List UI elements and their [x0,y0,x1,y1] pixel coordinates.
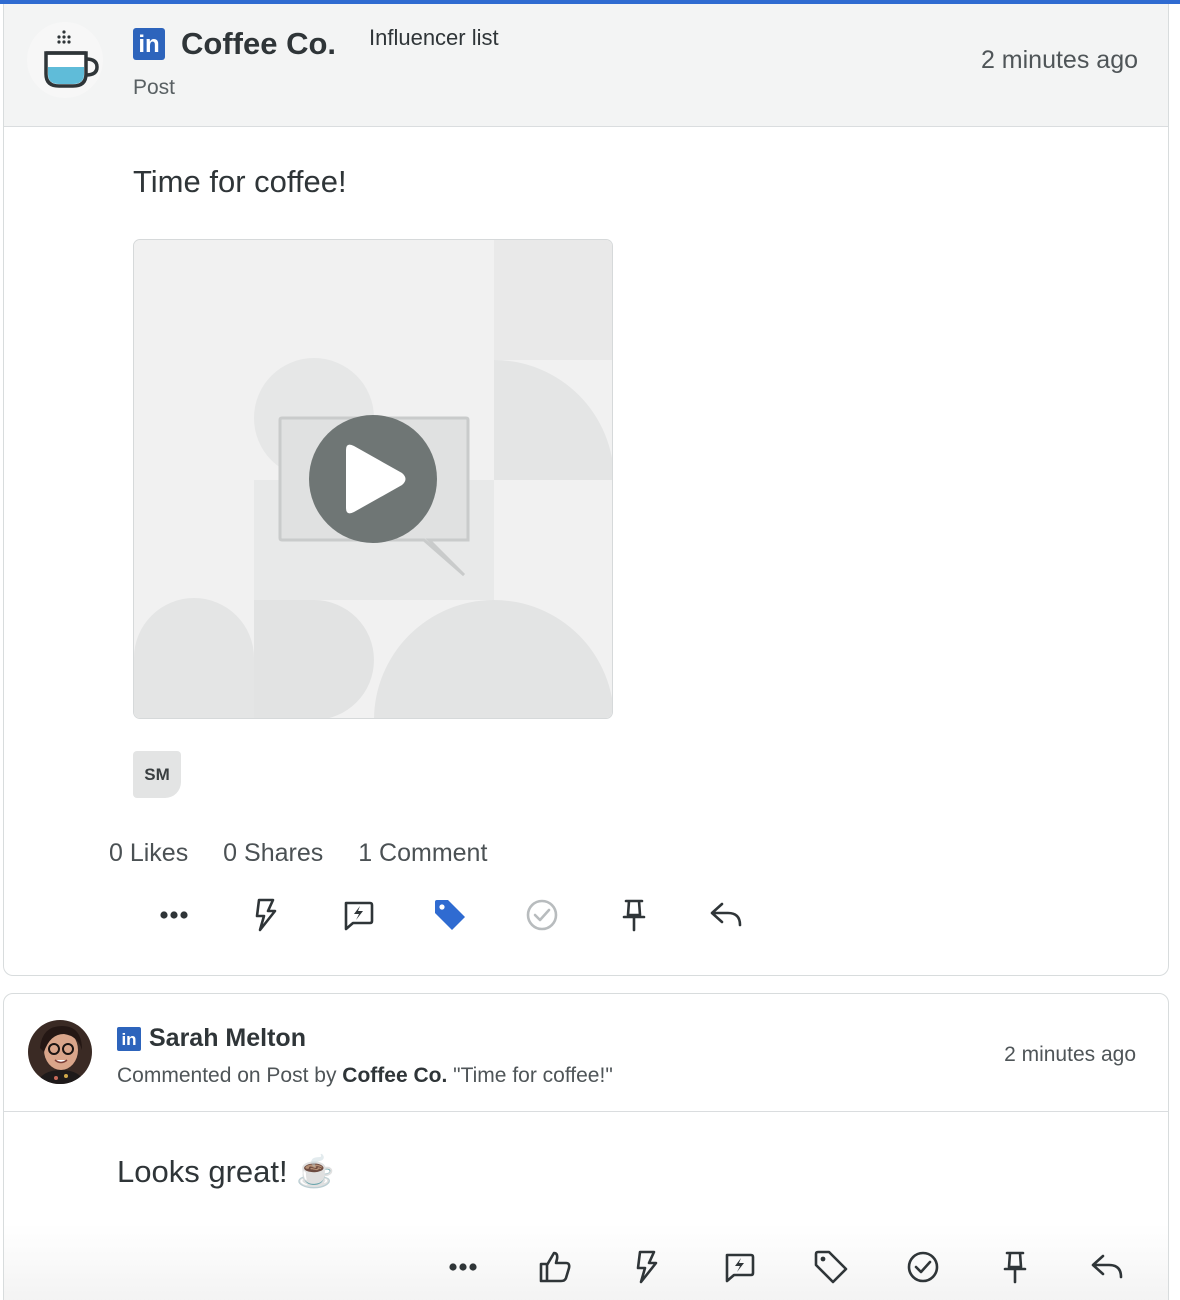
quick-reply-button[interactable] [312,895,404,935]
more-icon [449,1263,477,1271]
post-header: in Coffee Co. Influencer list Post 2 min… [4,4,1168,127]
complete-button[interactable] [877,1247,969,1287]
comment-context-prefix: Commented on Post by [117,1064,337,1087]
more-button[interactable] [128,895,220,935]
tag-button[interactable] [404,895,496,935]
comment-text: Looks great! ☕ [117,1154,335,1189]
reply-icon [710,902,742,927]
more-button[interactable] [417,1247,509,1287]
pin-button[interactable] [969,1247,1061,1287]
more-icon [160,911,188,919]
tag-icon [435,900,465,930]
comment-header: in Sarah Melton Commented on Post by Cof… [4,994,1168,1112]
reply-icon [1091,1254,1123,1279]
post-author-name[interactable]: Coffee Co. [181,26,336,62]
reply-button[interactable] [1061,1247,1153,1287]
comment-context-author[interactable]: Coffee Co. [342,1064,447,1087]
comment-context-quote: "Time for coffee!" [453,1064,613,1087]
likes-count[interactable]: 0 Likes [109,839,188,868]
comment-action-bar [417,1247,1153,1287]
like-icon [539,1251,571,1283]
complete-check-icon [907,1251,939,1283]
pin-icon [622,899,646,932]
avatar[interactable] [28,1020,92,1084]
comments-count[interactable]: 1 Comment [358,839,487,868]
quick-reply-button[interactable] [693,1247,785,1287]
video-thumbnail[interactable] [133,239,613,719]
coffee-cup-logo-icon [44,30,99,88]
lightning-button[interactable] [220,895,312,935]
brand-avatar[interactable] [27,22,103,98]
comment-timestamp: 2 minutes ago [1004,1043,1136,1066]
post-card: in Coffee Co. Influencer list Post 2 min… [3,4,1169,976]
post-type-label: Post [133,76,176,99]
quick-reply-icon [725,1253,755,1283]
comment-card: in Sarah Melton Commented on Post by Cof… [3,993,1169,1300]
comment-author-name[interactable]: Sarah Melton [149,1024,306,1053]
pin-icon [1003,1251,1027,1284]
video-placeholder-graphic [134,240,612,718]
pin-button[interactable] [588,895,680,935]
post-stats: 0 Likes 0 Shares 1 Comment [109,839,515,868]
lightning-icon [636,1250,658,1284]
tag-icon [814,1250,848,1284]
post-timestamp: 2 minutes ago [980,46,1138,74]
complete-check-icon [526,899,558,931]
reply-button[interactable] [680,895,772,935]
linkedin-icon: in [117,1027,141,1051]
influencer-list-label: Influencer list [369,25,499,50]
profile-photo [28,1020,92,1084]
assignee-chip[interactable]: SM [133,751,181,798]
tag-button[interactable] [785,1247,877,1287]
lightning-button[interactable] [601,1247,693,1287]
shares-count[interactable]: 0 Shares [223,839,323,868]
post-text: Time for coffee! [133,164,347,199]
comment-context: Commented on Post by Coffee Co. "Time fo… [117,1064,613,1088]
linkedin-icon: in [133,28,165,60]
quick-reply-icon [344,901,374,931]
lightning-icon [255,898,277,932]
post-action-bar [128,895,772,935]
complete-button[interactable] [496,895,588,935]
like-button[interactable] [509,1247,601,1287]
play-icon[interactable] [309,415,437,543]
